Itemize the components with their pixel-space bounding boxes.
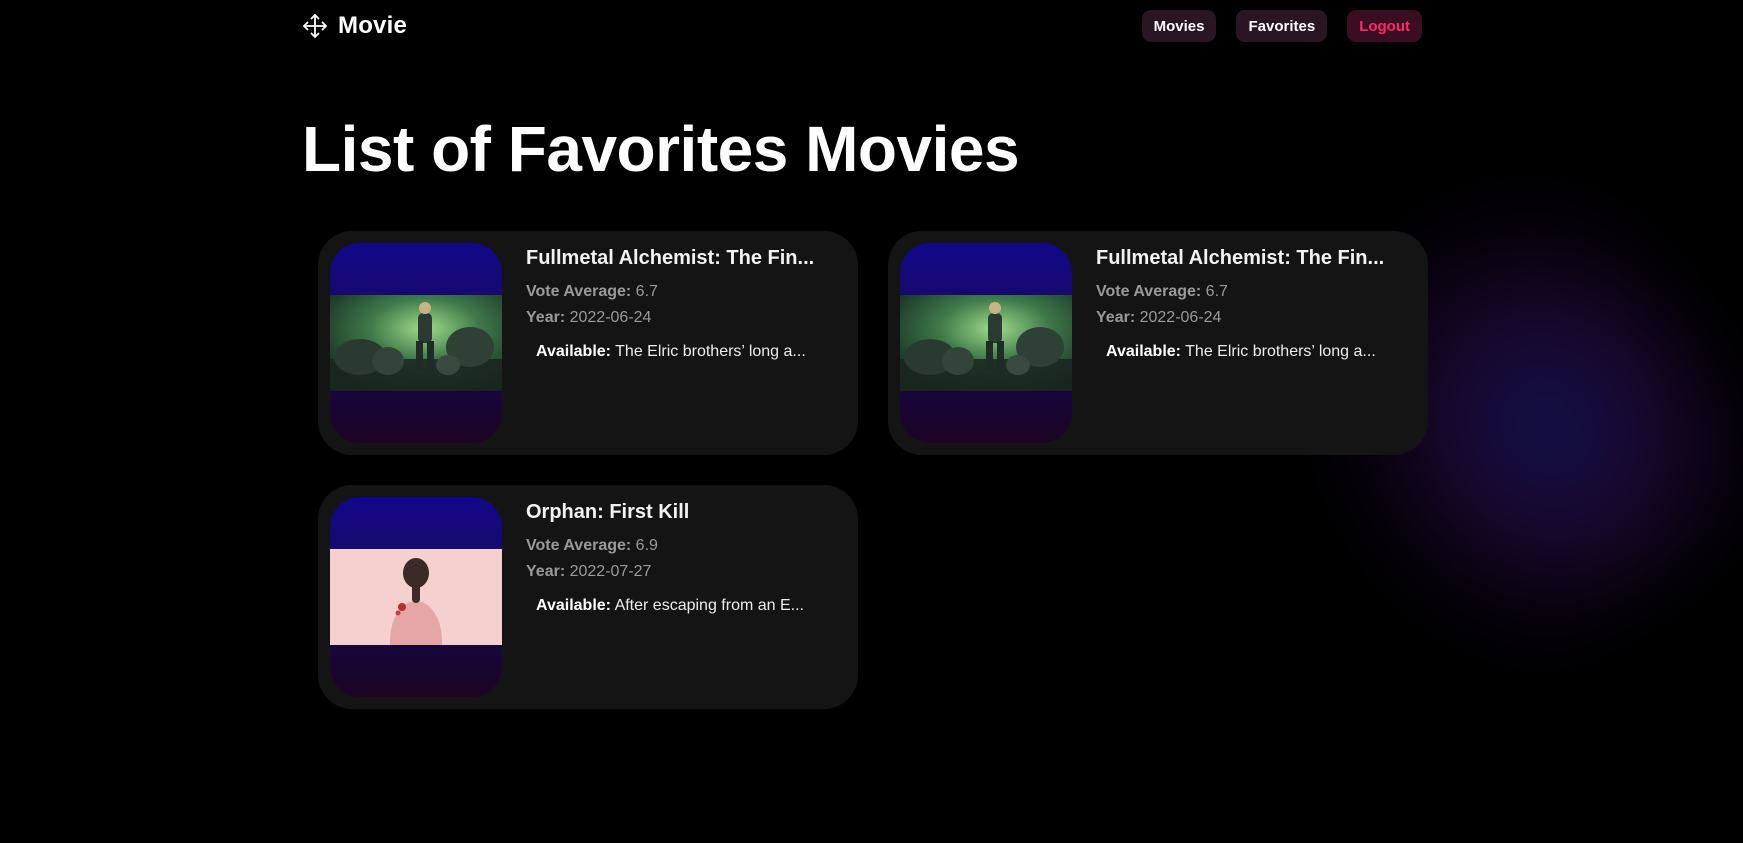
year: Year: 2022-06-24 bbox=[1096, 305, 1406, 331]
available-value: After escaping from an E... bbox=[614, 597, 804, 614]
movie-title[interactable]: Fullmetal Alchemist: The Fin... bbox=[1096, 245, 1406, 271]
movie-card[interactable]: Fullmetal Alchemist: The Fin... Vote Ave… bbox=[318, 231, 858, 455]
movie-poster bbox=[900, 243, 1072, 443]
year-value: 2022-07-27 bbox=[569, 563, 652, 580]
vote-average: Vote Average: 6.7 bbox=[526, 279, 836, 305]
year: Year: 2022-06-24 bbox=[526, 305, 836, 331]
vote-average-label: Vote Average: bbox=[526, 283, 632, 300]
vote-average-value: 6.7 bbox=[1205, 283, 1228, 300]
logout-button[interactable]: Logout bbox=[1347, 10, 1422, 42]
vote-average: Vote Average: 6.9 bbox=[526, 533, 836, 559]
movie-card[interactable]: Orphan: First Kill Vote Average: 6.9 Yea… bbox=[318, 485, 858, 709]
year-value: 2022-06-24 bbox=[569, 309, 652, 326]
poster-image bbox=[330, 549, 502, 645]
vote-average: Vote Average: 6.7 bbox=[1096, 279, 1406, 305]
nav-movies-button[interactable]: Movies bbox=[1141, 10, 1217, 42]
year-label: Year: bbox=[526, 309, 566, 326]
available: Available: The Elric brothers’ long a... bbox=[526, 339, 836, 365]
vote-average-label: Vote Average: bbox=[526, 537, 632, 554]
vote-average-value: 6.7 bbox=[635, 283, 658, 300]
nav-favorites-button[interactable]: Favorites bbox=[1236, 10, 1328, 42]
nav: Movies Favorites Logout bbox=[1141, 10, 1422, 42]
move-arrows-icon bbox=[303, 14, 327, 38]
movie-title[interactable]: Fullmetal Alchemist: The Fin... bbox=[526, 245, 836, 271]
movie-info: Fullmetal Alchemist: The Fin... Vote Ave… bbox=[526, 245, 836, 365]
available-value: The Elric brothers’ long a... bbox=[1185, 343, 1376, 360]
available-label: Available: bbox=[1106, 343, 1181, 360]
year-label: Year: bbox=[1096, 309, 1136, 326]
year-value: 2022-06-24 bbox=[1139, 309, 1222, 326]
year-label: Year: bbox=[526, 563, 566, 580]
movie-poster bbox=[330, 497, 502, 697]
page-title: List of Favorites Movies bbox=[302, 113, 1020, 185]
vote-average-label: Vote Average: bbox=[1096, 283, 1202, 300]
year: Year: 2022-07-27 bbox=[526, 559, 836, 585]
poster-image bbox=[900, 295, 1072, 391]
brand[interactable]: Movie bbox=[302, 10, 407, 42]
page: Movie Movies Favorites Logout List of Fa… bbox=[0, 0, 1743, 843]
brand-name: Movie bbox=[338, 12, 408, 39]
movie-poster bbox=[330, 243, 502, 443]
header: Movie Movies Favorites Logout bbox=[302, 10, 1422, 42]
available-label: Available: bbox=[536, 343, 611, 360]
available-value: The Elric brothers’ long a... bbox=[615, 343, 806, 360]
movie-card[interactable]: Fullmetal Alchemist: The Fin... Vote Ave… bbox=[888, 231, 1428, 455]
available: Available: The Elric brothers’ long a... bbox=[1096, 339, 1406, 365]
available-label: Available: bbox=[536, 597, 611, 614]
movie-title[interactable]: Orphan: First Kill bbox=[526, 499, 836, 525]
poster-image bbox=[330, 295, 502, 391]
available: Available: After escaping from an E... bbox=[526, 593, 836, 619]
movie-info: Fullmetal Alchemist: The Fin... Vote Ave… bbox=[1096, 245, 1406, 365]
vote-average-value: 6.9 bbox=[635, 537, 658, 554]
movie-info: Orphan: First Kill Vote Average: 6.9 Yea… bbox=[526, 499, 836, 619]
